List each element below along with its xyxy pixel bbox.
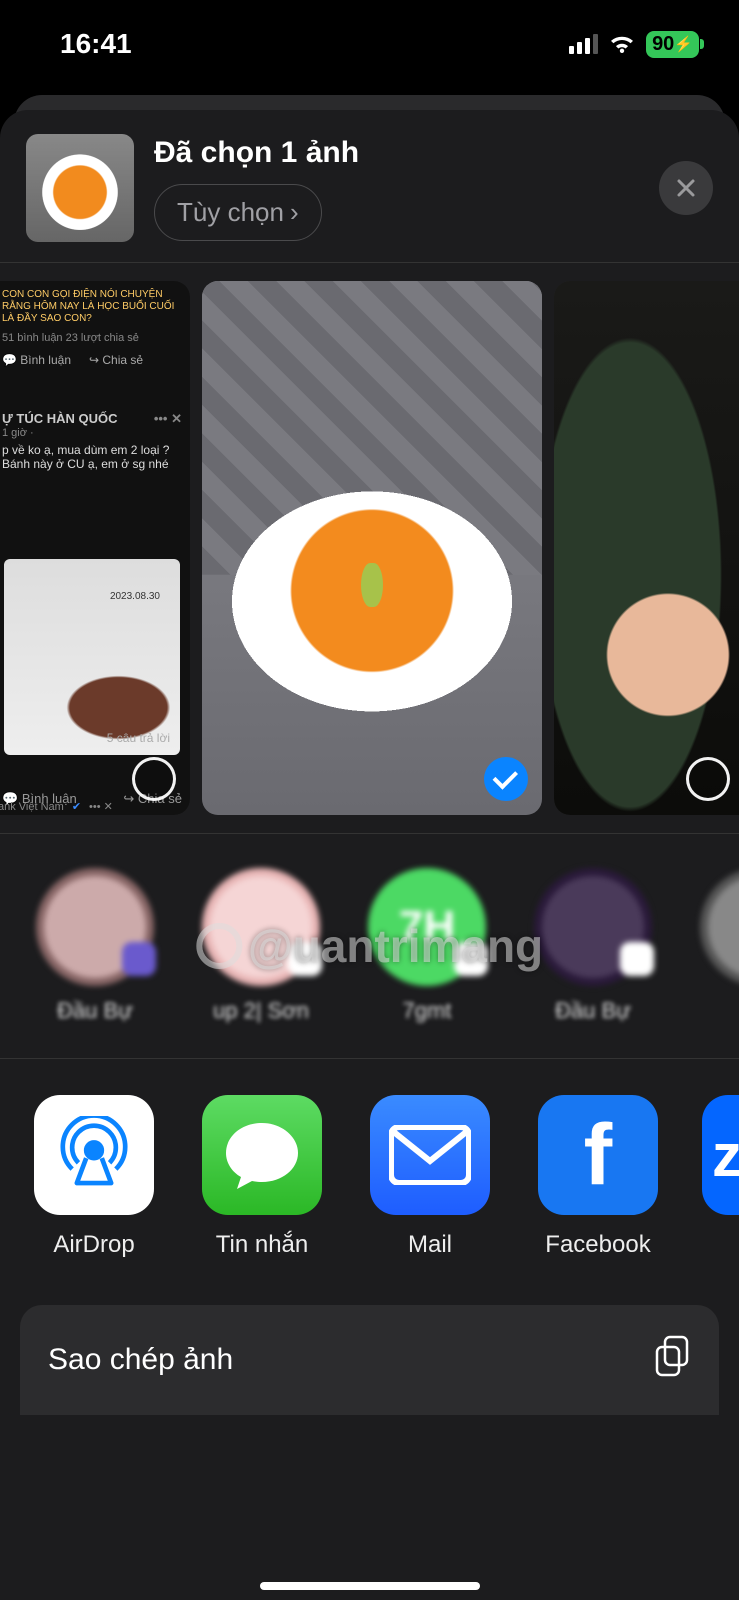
airdrop-contacts-row[interactable]: Đầu Bự up 2| Sơn 7H 7gmt Đầu Bự M @uantr…: [0, 834, 739, 1058]
share-actions-list: Sao chép ảnh: [0, 1279, 739, 1415]
app-messages[interactable]: Tin nhắn: [198, 1095, 326, 1259]
airdrop-icon: [34, 1095, 154, 1215]
facebook-icon: f: [538, 1095, 658, 1215]
chevron-right-icon: ›: [290, 197, 299, 228]
close-button[interactable]: [659, 161, 713, 215]
messages-icon: [202, 1095, 322, 1215]
copy-icon: [653, 1335, 691, 1385]
contact-item[interactable]: up 2| Sơn: [196, 868, 326, 1024]
app-mail[interactable]: Mail: [366, 1095, 494, 1259]
app-facebook[interactable]: f Facebook: [534, 1095, 662, 1259]
photo-select-toggle[interactable]: [132, 757, 176, 801]
selected-photo-thumbnail[interactable]: [26, 134, 134, 242]
contact-item[interactable]: Đầu Bự: [528, 868, 658, 1024]
contact-item[interactable]: Đầu Bự: [30, 868, 160, 1024]
mail-icon: [370, 1095, 490, 1215]
photo-select-toggle[interactable]: [686, 757, 730, 801]
home-indicator[interactable]: [260, 1582, 480, 1590]
wifi-icon: [608, 28, 636, 60]
selection-count-label: Đã chọn 1 ảnh: [154, 136, 639, 170]
share-apps-row[interactable]: AirDrop Tin nhắn Mail f Facebook z: [0, 1059, 739, 1279]
photo-selector-strip[interactable]: CON CON GỌI ĐIỆN NÓI CHUYỆN RẰNG HÔM NAY…: [0, 263, 739, 833]
copy-photo-action[interactable]: Sao chép ảnh: [20, 1305, 719, 1415]
zalo-icon: z: [702, 1095, 739, 1215]
photo-item-screenshot[interactable]: CON CON GỌI ĐIỆN NÓI CHUYỆN RẰNG HÔM NAY…: [0, 281, 190, 815]
photo-select-toggle-selected[interactable]: [484, 757, 528, 801]
contact-item[interactable]: 7H 7gmt: [362, 868, 492, 1024]
cellular-signal-icon: [569, 34, 598, 54]
status-time: 16:41: [60, 28, 132, 60]
share-sheet: Đã chọn 1 ảnh Tùy chọn › CON CON GỌI ĐIỆ…: [0, 110, 739, 1600]
app-zalo[interactable]: z: [702, 1095, 739, 1259]
photo-item-bread[interactable]: [202, 281, 542, 815]
status-bar: 16:41 90⚡: [0, 0, 739, 70]
photo-item-dark-bread[interactable]: [554, 281, 739, 815]
battery-indicator: 90⚡: [646, 31, 699, 58]
options-button[interactable]: Tùy chọn ›: [154, 184, 322, 241]
app-airdrop[interactable]: AirDrop: [30, 1095, 158, 1259]
close-icon: [675, 177, 697, 199]
status-indicators: 90⚡: [569, 28, 699, 60]
contact-item[interactable]: M: [694, 868, 739, 1024]
share-header: Đã chọn 1 ảnh Tùy chọn ›: [0, 110, 739, 262]
